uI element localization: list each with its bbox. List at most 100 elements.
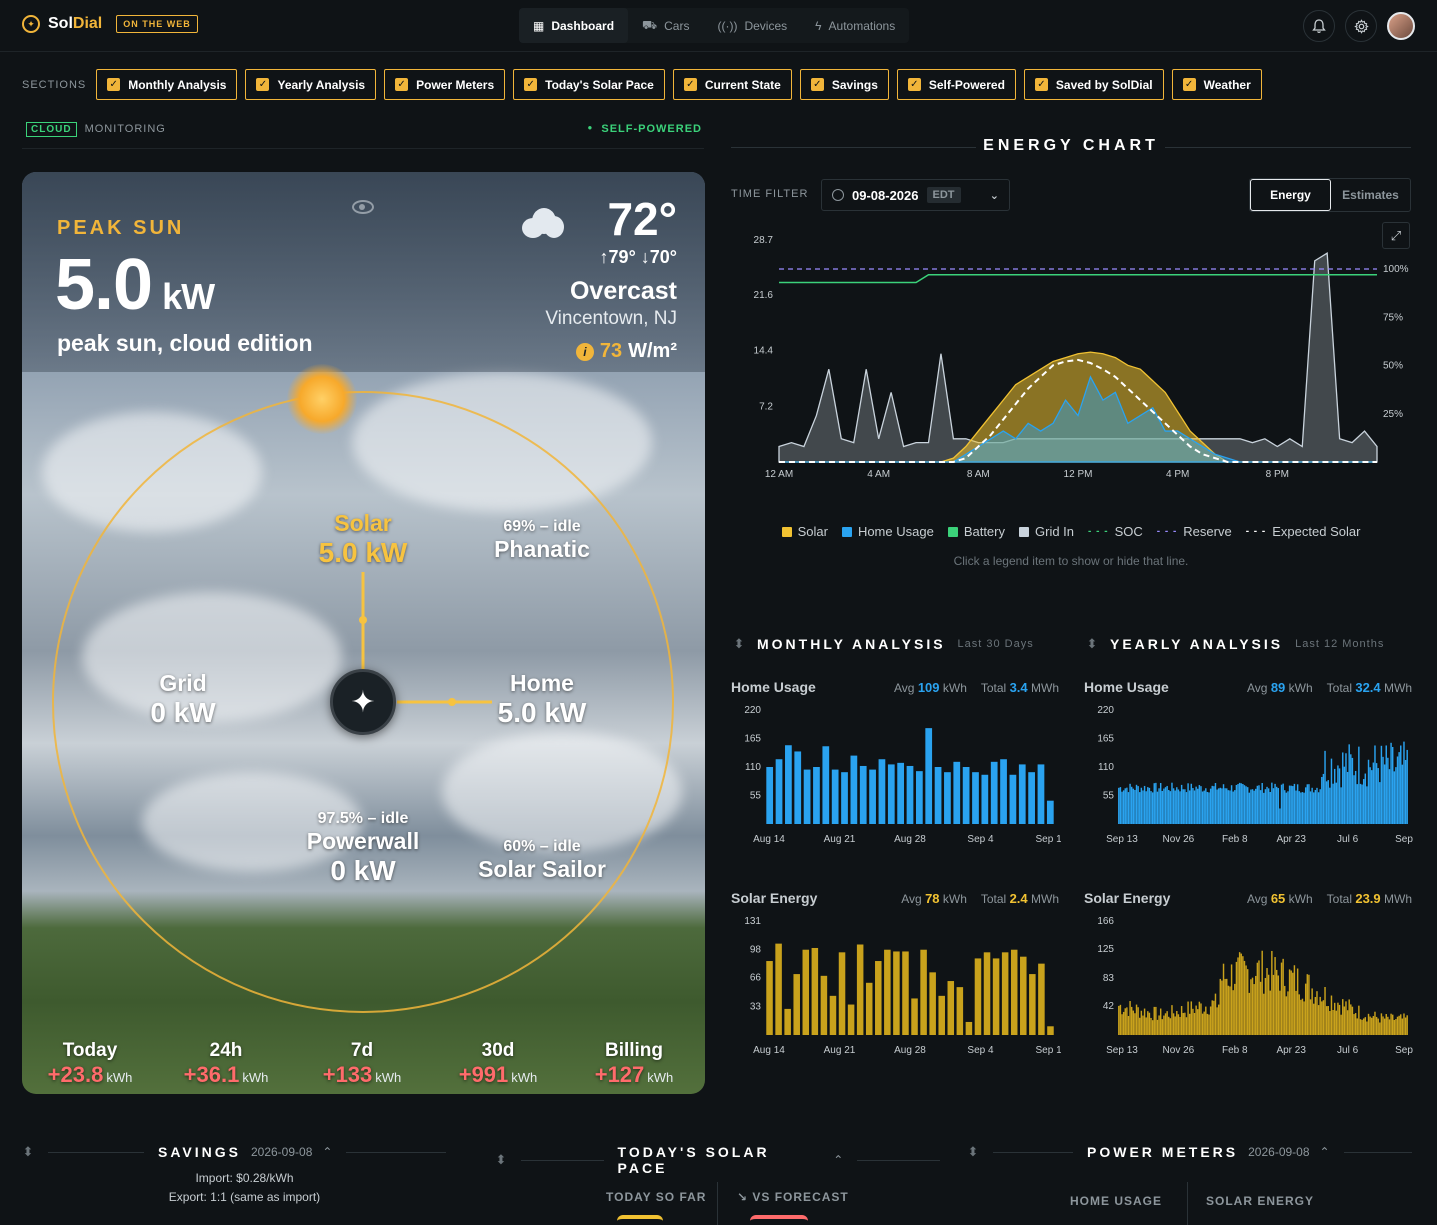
bar bbox=[1163, 1015, 1165, 1035]
bar bbox=[1287, 791, 1289, 824]
bar bbox=[1346, 1010, 1349, 1035]
bar bbox=[897, 762, 905, 824]
yearly-home-header: Home Usage Avg 89 kWh Total 32.4 MWh bbox=[1084, 679, 1412, 695]
drag-handle-icon[interactable]: ⬍ bbox=[1086, 637, 1098, 650]
legend-soc[interactable]: - - - SOC bbox=[1088, 524, 1143, 539]
stat-value: +36.1 bbox=[183, 1062, 240, 1087]
date-picker[interactable]: 09-08-2026 EDT ⌄ bbox=[821, 179, 1010, 211]
bar bbox=[915, 771, 923, 824]
drag-handle-icon[interactable]: ⬍ bbox=[967, 1145, 979, 1158]
bar bbox=[1245, 786, 1247, 824]
powerwall-node[interactable]: 97.5% – idle Powerwall 0 kW bbox=[283, 810, 443, 887]
x-tick-label: Sep 4 bbox=[967, 1045, 994, 1056]
bar bbox=[1147, 787, 1149, 824]
bar bbox=[794, 751, 802, 824]
bar bbox=[1240, 783, 1242, 824]
checkbox-icon: ✓ bbox=[395, 78, 409, 91]
bar bbox=[1174, 790, 1176, 824]
bar bbox=[953, 761, 961, 824]
bar bbox=[1127, 792, 1130, 824]
bar bbox=[1387, 1016, 1389, 1035]
bar bbox=[1325, 781, 1328, 824]
bar bbox=[1261, 782, 1263, 824]
legend-reserve[interactable]: - - - Reserve bbox=[1157, 524, 1232, 539]
nav-cars[interactable]: ⛟ Cars bbox=[628, 8, 703, 43]
solar-node[interactable]: Solar 5.0 kW bbox=[293, 510, 433, 569]
section-toggle-yearly[interactable]: ✓ Yearly Analysis bbox=[245, 69, 377, 100]
chevron-up-icon[interactable]: ⌃ bbox=[1320, 1145, 1330, 1159]
section-toggle-savings[interactable]: ✓ Savings bbox=[799, 69, 889, 100]
chevron-up-icon[interactable]: ⌃ bbox=[833, 1153, 843, 1167]
stat-7d[interactable]: 7d +133 kWh bbox=[294, 1040, 430, 1088]
flow-dot bbox=[359, 616, 367, 624]
legend-expected-solar[interactable]: - - - Expected Solar bbox=[1246, 524, 1361, 539]
section-label: Current State bbox=[704, 77, 781, 92]
energy-chart-title: ENERGY CHART bbox=[983, 137, 1159, 154]
bar bbox=[1327, 1006, 1329, 1035]
timezone-badge: EDT bbox=[926, 187, 961, 203]
section-toggle-current-state[interactable]: ✓ Current State bbox=[672, 69, 792, 100]
powerwall-pct: 97.5% – idle bbox=[317, 810, 409, 827]
user-avatar[interactable] bbox=[1387, 12, 1415, 40]
stat-24h[interactable]: 24h +36.1 kWh bbox=[158, 1040, 294, 1088]
solar-sailor-node[interactable]: 60% – idle Solar Sailor bbox=[462, 838, 622, 883]
bar bbox=[1182, 1012, 1184, 1035]
legend-battery[interactable]: Battery bbox=[947, 524, 1005, 539]
y-tick-label: 21.6 bbox=[754, 290, 774, 301]
stat-billing[interactable]: Billing +127 kWh bbox=[566, 1040, 702, 1088]
bar bbox=[1142, 790, 1144, 824]
bar bbox=[1193, 1012, 1196, 1035]
grid-node[interactable]: Grid 0 kW bbox=[113, 670, 253, 729]
bar bbox=[920, 949, 927, 1035]
monthly-home-chart[interactable]: 220 165 110 55 Aug 14 Aug 21 Aug 28 Sep 4 Sep 11 bbox=[731, 706, 1061, 851]
drag-handle-icon[interactable]: ⬍ bbox=[733, 637, 745, 650]
bar bbox=[1145, 791, 1147, 824]
section-toggle-weather[interactable]: ✓ Weather bbox=[1171, 69, 1262, 100]
yearly-home-chart[interactable]: 220 165 110 55 Sep 13 Nov 26 Feb 8 Apr 23 Jul 6 S… bbox=[1084, 706, 1414, 851]
bar bbox=[1396, 1016, 1399, 1035]
checkbox-icon: ✓ bbox=[256, 78, 270, 91]
nav-dashboard[interactable]: ▦ Dashboard bbox=[519, 8, 629, 43]
grid-title: Grid bbox=[159, 670, 207, 696]
bar bbox=[1219, 978, 1222, 1035]
legend-solar[interactable]: Solar bbox=[781, 524, 828, 539]
brand-logo-icon: ✦ bbox=[22, 15, 40, 33]
nav-automations[interactable]: ϟ Automations bbox=[801, 8, 909, 43]
nav-devices[interactable]: ((·)) Devices bbox=[703, 8, 801, 43]
bar bbox=[1348, 744, 1350, 824]
avg-label: Avg bbox=[894, 681, 915, 695]
bar bbox=[793, 974, 800, 1035]
notifications-button[interactable] bbox=[1303, 10, 1335, 42]
bar bbox=[1203, 790, 1205, 824]
section-toggle-power-meters[interactable]: ✓ Power Meters bbox=[384, 69, 506, 100]
hub-star-icon[interactable]: ✦ bbox=[330, 669, 396, 735]
phanatic-pct: 69% – idle bbox=[503, 518, 581, 535]
stat-value: +991 bbox=[458, 1062, 509, 1087]
section-toggle-saved-by[interactable]: ✓ Saved by SolDial bbox=[1023, 69, 1164, 100]
yearly-solar-chart[interactable]: 166 125 83 42 Sep 13 Nov 26 Feb 8 Apr 23 Jul 6 Se… bbox=[1084, 917, 1414, 1062]
avg-value: 89 bbox=[1270, 680, 1286, 695]
stat-today[interactable]: Today +23.8 kWh bbox=[22, 1040, 158, 1088]
x-tick-label: Jul 6 bbox=[1337, 834, 1359, 845]
legend-home-usage[interactable]: Home Usage bbox=[841, 524, 934, 539]
phanatic-node[interactable]: 69% – idle Phanatic bbox=[462, 518, 622, 563]
tab-energy[interactable]: Energy bbox=[1250, 179, 1331, 211]
brand[interactable]: ✦ SolDial ON THE WEB bbox=[22, 15, 198, 33]
bar bbox=[1369, 767, 1371, 824]
drag-handle-icon[interactable]: ⬍ bbox=[495, 1153, 507, 1166]
stat-30d[interactable]: 30d +991 kWh bbox=[430, 1040, 566, 1088]
section-toggle-self-powered[interactable]: ✓ Self-Powered bbox=[896, 69, 1016, 100]
tab-estimates[interactable]: Estimates bbox=[1331, 179, 1410, 211]
bar bbox=[1287, 991, 1289, 1035]
section-toggle-monthly[interactable]: ✓ Monthly Analysis bbox=[96, 69, 238, 100]
bar bbox=[1122, 790, 1125, 824]
energy-chart[interactable]: 28.7 21.6 14.4 7.2 100% 75% 50% 25% 12 AM 4 AM 8 A… bbox=[731, 225, 1411, 485]
flow-diagram bbox=[52, 391, 674, 1013]
home-node[interactable]: Home 5.0 kW bbox=[472, 670, 612, 729]
drag-handle-icon[interactable]: ⬍ bbox=[22, 1145, 34, 1158]
settings-button[interactable] bbox=[1345, 10, 1377, 42]
legend-grid-in[interactable]: Grid In bbox=[1019, 524, 1074, 539]
monthly-solar-chart[interactable]: 131 98 66 33 Aug 14 Aug 21 Aug 28 Sep 4 Sep 11 bbox=[731, 917, 1061, 1062]
chevron-up-icon[interactable]: ⌃ bbox=[322, 1145, 332, 1159]
section-toggle-solar-pace[interactable]: ✓ Today's Solar Pace bbox=[513, 69, 665, 100]
